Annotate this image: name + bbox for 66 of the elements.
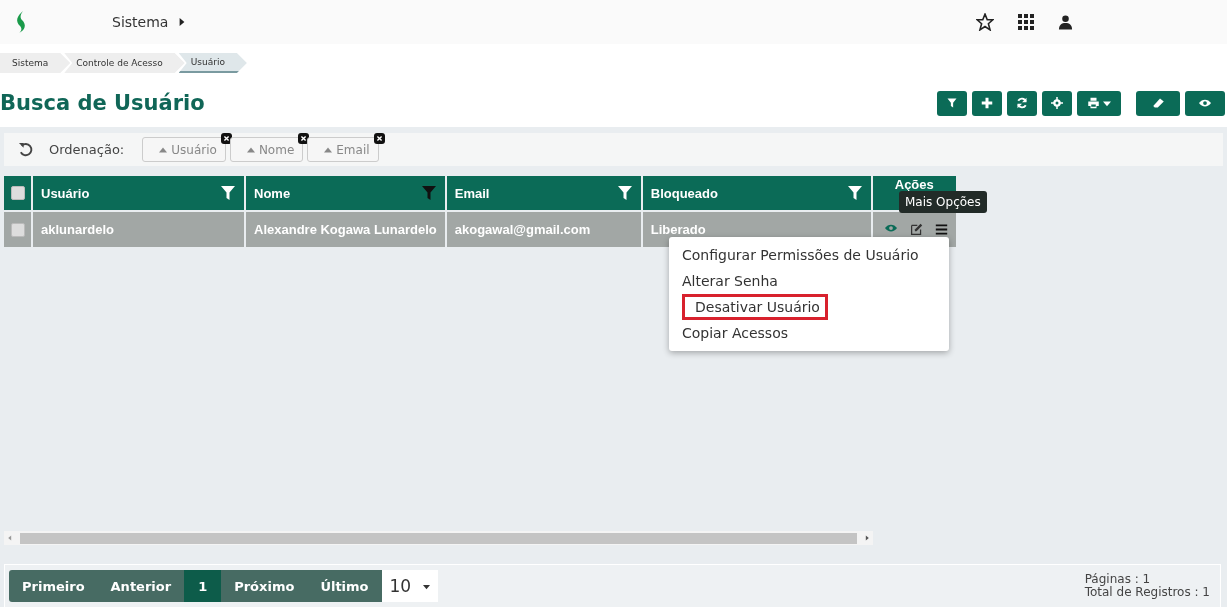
page-button[interactable]: Próximo bbox=[221, 570, 308, 602]
user-icon bbox=[1058, 14, 1073, 30]
sort-chip[interactable]: Email bbox=[307, 137, 379, 162]
sort-up-icon bbox=[246, 145, 255, 154]
grid-icon bbox=[1018, 14, 1034, 30]
tooltip: Mais Opções bbox=[899, 191, 987, 213]
filter-icon[interactable] bbox=[220, 185, 236, 201]
column-header[interactable]: Nome bbox=[254, 185, 291, 201]
page-button[interactable]: Último bbox=[307, 570, 382, 602]
column-header[interactable]: Usuário bbox=[41, 185, 90, 201]
page-button[interactable]: 1 bbox=[184, 570, 222, 602]
summary-text: Total de Registros : 1 bbox=[1084, 586, 1210, 599]
sort-label: Ordenação: bbox=[49, 142, 125, 157]
eraser-icon bbox=[1151, 97, 1165, 109]
star-icon bbox=[976, 13, 994, 31]
sort-chip[interactable]: Usuário bbox=[142, 137, 226, 162]
table-cell: aklunardelo bbox=[41, 222, 114, 237]
column-header[interactable]: Bloqueado bbox=[650, 185, 718, 201]
page-size-select[interactable]: 10 bbox=[381, 570, 439, 602]
filter-button[interactable] bbox=[937, 90, 967, 116]
column-header[interactable]: Email bbox=[454, 185, 490, 201]
plus-icon bbox=[981, 97, 993, 109]
summary-text: Páginas : 1 bbox=[1084, 573, 1151, 586]
row-checkbox[interactable] bbox=[10, 222, 25, 237]
view-button[interactable] bbox=[1185, 90, 1225, 116]
filter-icon bbox=[946, 97, 958, 109]
page-title: Busca de Usuário bbox=[0, 91, 205, 115]
caret-down-icon bbox=[1103, 99, 1111, 107]
sort-chip[interactable]: Nome bbox=[229, 137, 304, 162]
select-all-checkbox[interactable] bbox=[10, 186, 25, 200]
caret-right-icon bbox=[178, 16, 187, 28]
menu-icon bbox=[934, 223, 948, 236]
undo-icon bbox=[18, 142, 33, 157]
sort-up-icon bbox=[324, 145, 333, 154]
menu-item[interactable]: Configurar Permissões de Usuário bbox=[657, 242, 932, 268]
print-button[interactable] bbox=[1077, 90, 1121, 116]
table-cell: akogawal@gmail.com bbox=[454, 222, 591, 237]
refresh-button[interactable] bbox=[1007, 90, 1037, 116]
breadcrumb-item[interactable]: Usuário bbox=[178, 53, 247, 73]
sort-up-icon bbox=[159, 145, 168, 154]
filter-icon[interactable] bbox=[846, 185, 863, 201]
printer-icon bbox=[1087, 97, 1100, 109]
table-cell: Liberado bbox=[650, 222, 706, 237]
filter-icon[interactable] bbox=[420, 185, 437, 201]
scroll-right-icon bbox=[864, 534, 870, 542]
breadcrumb-item[interactable]: Sistema bbox=[0, 53, 71, 73]
page-button[interactable]: Anterior bbox=[97, 570, 185, 602]
page-button[interactable]: Primeiro bbox=[9, 570, 98, 602]
breadcrumb-item[interactable]: Controle de Acesso bbox=[64, 53, 185, 73]
menu-item[interactable]: Alterar Senha bbox=[657, 268, 791, 294]
eye-icon bbox=[1198, 97, 1212, 109]
eye-icon bbox=[883, 222, 898, 234]
menu-item[interactable]: Desativar Usuário bbox=[682, 294, 828, 320]
eraser-button[interactable] bbox=[1136, 90, 1180, 116]
scroll-left-icon bbox=[7, 534, 13, 542]
refresh-icon bbox=[1016, 97, 1028, 109]
settings-button[interactable] bbox=[1042, 90, 1072, 116]
edit-icon bbox=[909, 223, 923, 236]
menu-item[interactable]: Copiar Acessos bbox=[657, 320, 801, 346]
menu-title[interactable]: Sistema bbox=[112, 14, 169, 30]
horizontal-scrollbar[interactable] bbox=[4, 531, 873, 545]
add-button[interactable] bbox=[972, 90, 1002, 116]
table-cell: Alexandre Kogawa Lunardelo bbox=[254, 222, 437, 237]
filter-icon[interactable] bbox=[616, 185, 633, 201]
caret-down-icon bbox=[423, 582, 431, 590]
column-header: Ações bbox=[893, 176, 935, 192]
